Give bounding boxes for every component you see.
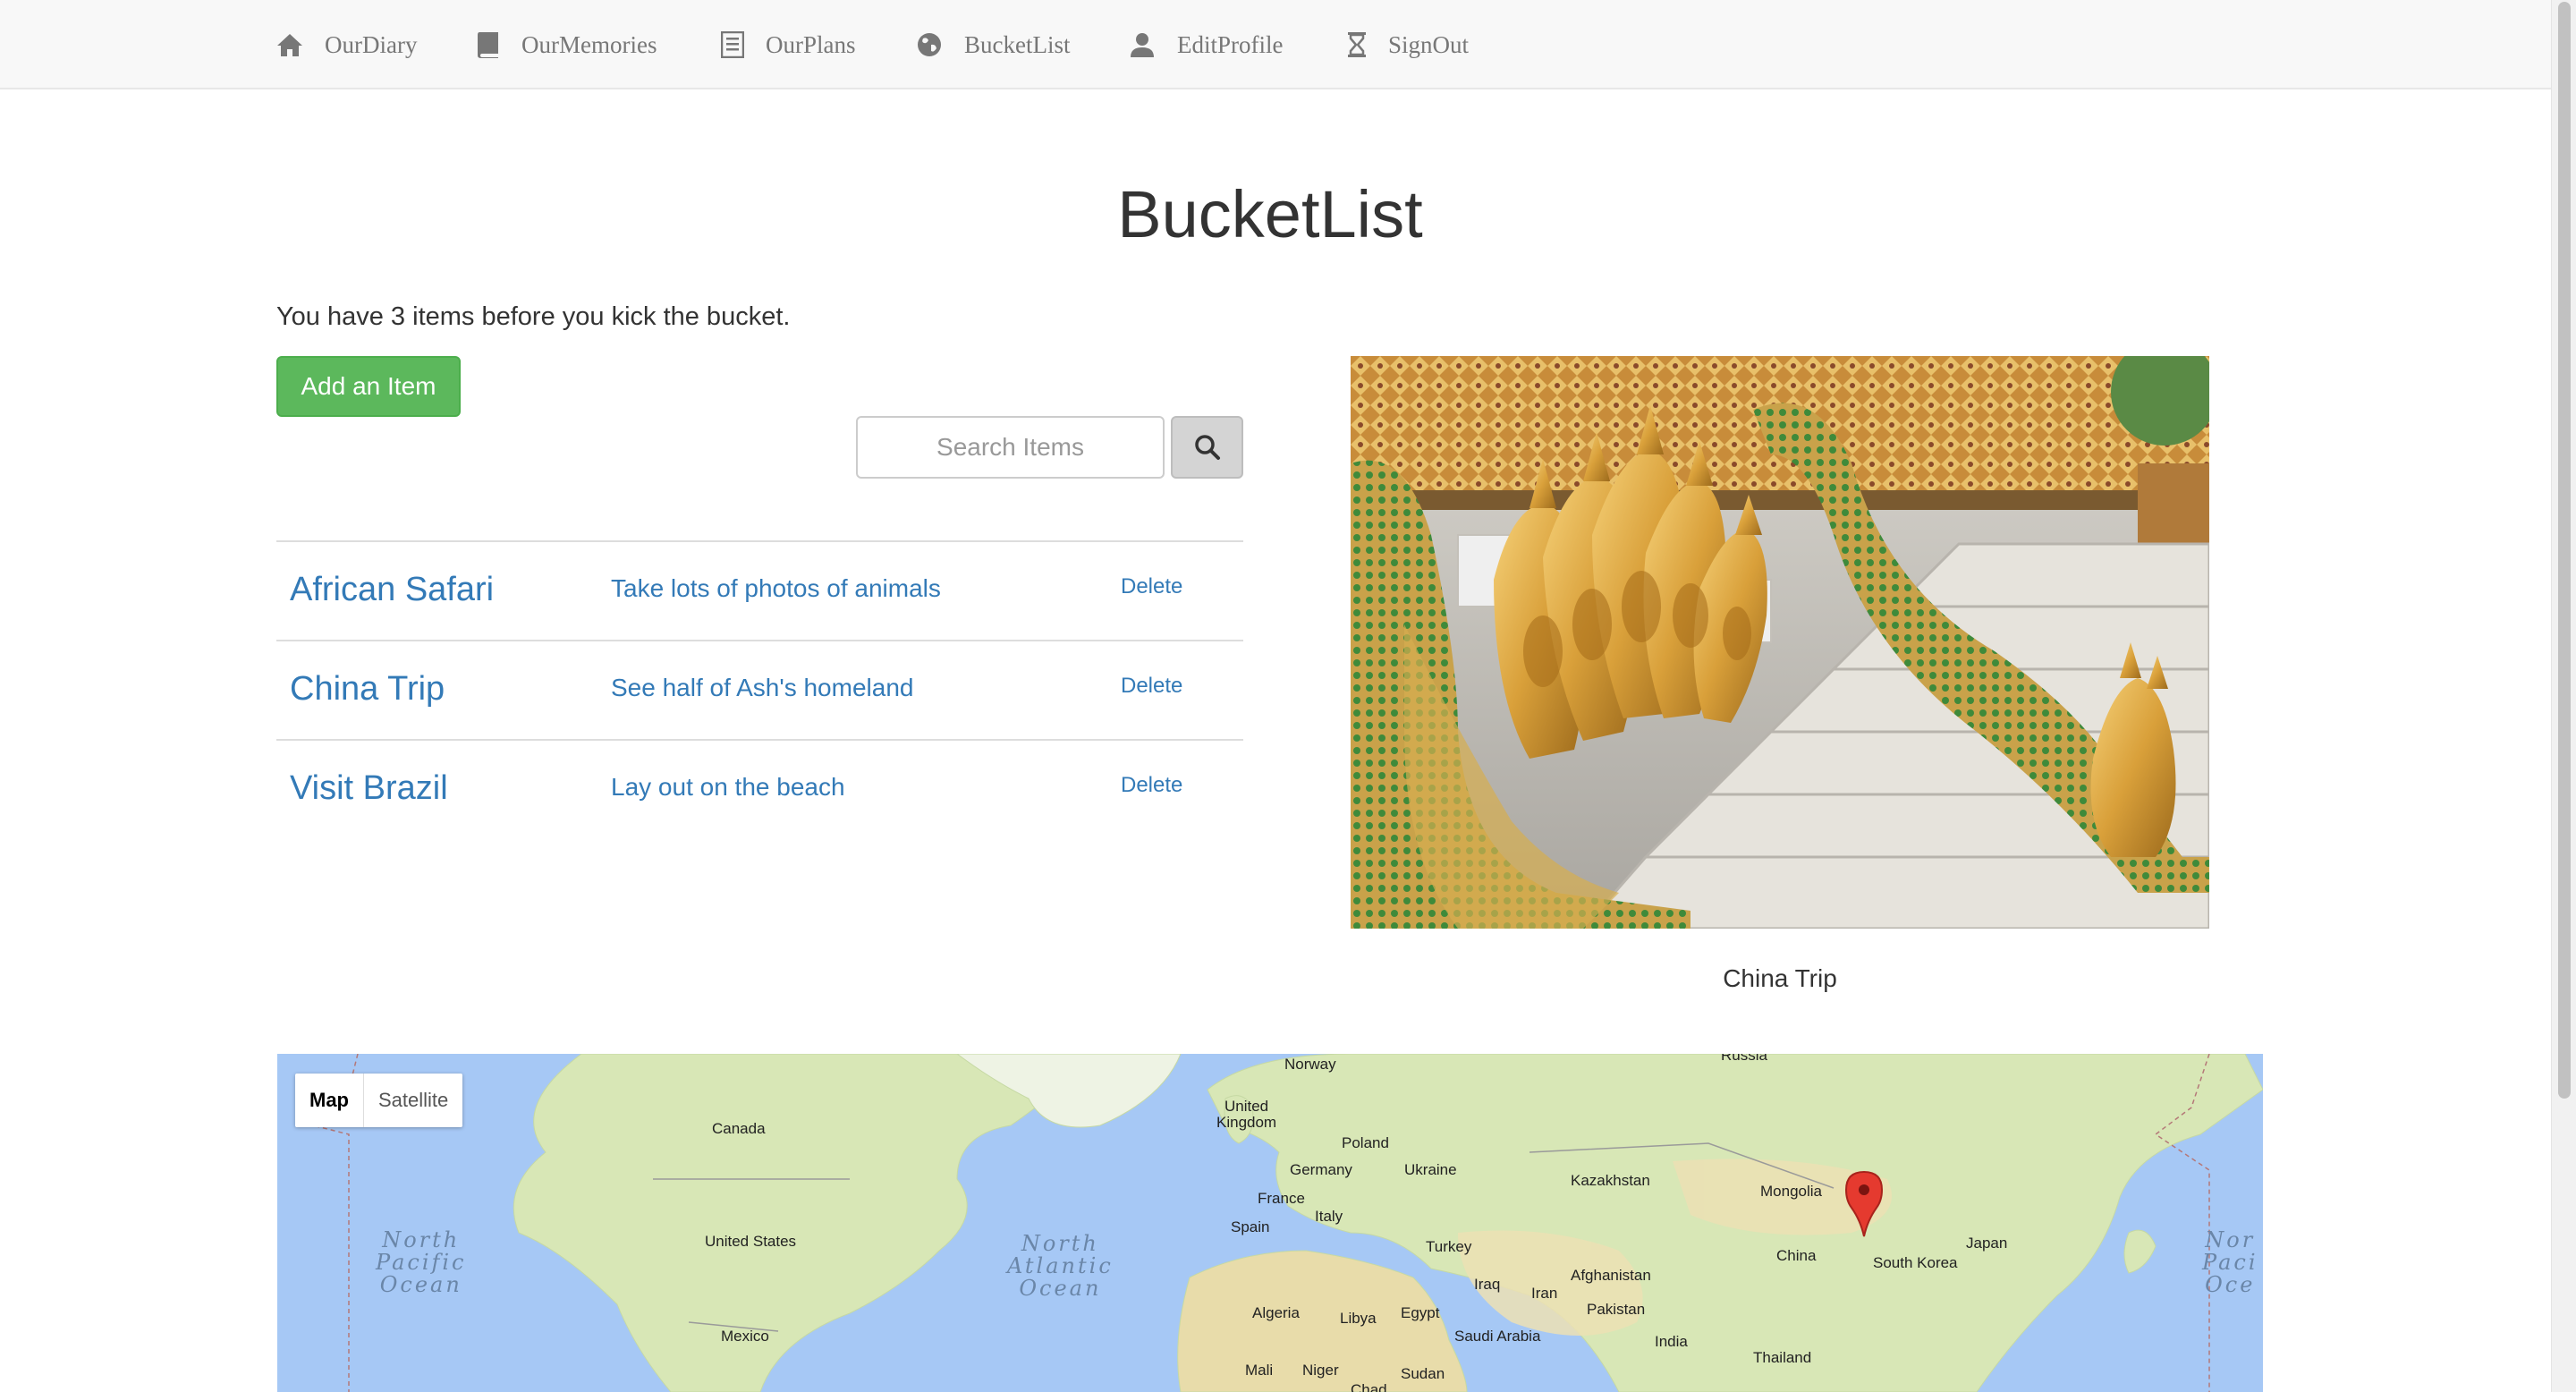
search-button[interactable] bbox=[1171, 416, 1243, 479]
map-label: Norway bbox=[1284, 1056, 1336, 1073]
map-label: China bbox=[1776, 1247, 1817, 1264]
map-label: Niger bbox=[1302, 1362, 1339, 1379]
ocean-label: North Atlantic Ocean bbox=[1007, 1231, 1114, 1301]
map-label: Ukraine bbox=[1404, 1161, 1457, 1178]
nav-item-ourmemories[interactable]: OurMemories bbox=[477, 0, 657, 89]
nav-item-signout[interactable]: SignOut bbox=[1347, 0, 1469, 89]
map-type-map-button[interactable]: Map bbox=[295, 1074, 363, 1127]
items-count-text: You have 3 items before you kick the buc… bbox=[276, 302, 791, 331]
map-label: Canada bbox=[712, 1120, 766, 1137]
nav-item-bucketlist[interactable]: BucketList bbox=[916, 0, 1070, 89]
item-description-link[interactable]: Take lots of photos of animals bbox=[611, 574, 941, 603]
item-description-link[interactable]: See half of Ash's homeland bbox=[611, 674, 913, 702]
ocean-label: Nor Paci Oce bbox=[2202, 1227, 2258, 1297]
map-label: United States bbox=[705, 1233, 797, 1250]
item-title-link[interactable]: China Trip bbox=[290, 670, 445, 709]
map-label: Turkey bbox=[1426, 1238, 1472, 1255]
globe-icon bbox=[918, 33, 941, 56]
map-label: Mexico bbox=[721, 1328, 769, 1345]
map-label: Egypt bbox=[1401, 1304, 1440, 1321]
map-type-satellite-button[interactable]: Satellite bbox=[363, 1074, 462, 1127]
delete-link[interactable]: Delete bbox=[1121, 574, 1182, 599]
search-icon bbox=[1194, 435, 1220, 460]
map-label: Iraq bbox=[1474, 1276, 1501, 1293]
table-row: African Safari Take lots of photos of an… bbox=[276, 540, 1243, 640]
map-label: France bbox=[1258, 1190, 1305, 1207]
nav-label: OurPlans bbox=[766, 30, 856, 58]
map-label: Russia bbox=[1721, 1054, 1767, 1064]
table-row: Visit Brazil Lay out on the beach Delete bbox=[276, 739, 1243, 838]
map-label: Poland bbox=[1342, 1134, 1389, 1151]
add-item-button[interactable]: Add an Item bbox=[276, 356, 461, 417]
nav-item-ourdiary[interactable]: OurDiary bbox=[276, 0, 417, 89]
page-title: BucketList bbox=[1117, 177, 1423, 251]
map-label: United Kingdom bbox=[1216, 1098, 1277, 1131]
photo-caption: China Trip bbox=[1723, 964, 1837, 992]
map-label: Sudan bbox=[1401, 1365, 1445, 1382]
nav-label: EditProfile bbox=[1177, 30, 1284, 58]
map-label: Thailand bbox=[1753, 1349, 1812, 1366]
bucketlist-photo bbox=[1351, 356, 2209, 929]
map-label: Libya bbox=[1340, 1310, 1377, 1327]
delete-link[interactable]: Delete bbox=[1121, 674, 1182, 699]
map-label: Algeria bbox=[1252, 1304, 1300, 1321]
home-icon bbox=[277, 34, 302, 56]
nav-label: OurMemories bbox=[521, 30, 657, 58]
list-icon bbox=[721, 31, 744, 58]
map-label: Germany bbox=[1290, 1161, 1352, 1178]
map-label: Japan bbox=[1966, 1235, 2008, 1252]
delete-link[interactable]: Delete bbox=[1121, 773, 1182, 798]
ocean-label: North Pacific Ocean bbox=[376, 1227, 467, 1297]
map-type-toggle: Map Satellite bbox=[295, 1074, 463, 1127]
map-label: Pakistan bbox=[1587, 1301, 1646, 1318]
nav-label: OurDiary bbox=[325, 30, 418, 58]
map-label: Spain bbox=[1231, 1218, 1270, 1235]
hourglass-icon bbox=[1348, 32, 1366, 57]
temple-naga-image bbox=[1351, 356, 2209, 929]
map-label: Mongolia bbox=[1760, 1183, 1822, 1200]
map-label: Chad bbox=[1351, 1381, 1387, 1392]
map-pin-icon[interactable] bbox=[1844, 1170, 1884, 1238]
item-title-link[interactable]: African Safari bbox=[290, 571, 494, 609]
map-label: Iran bbox=[1531, 1285, 1558, 1302]
map-label: Italy bbox=[1315, 1208, 1343, 1225]
book-icon bbox=[478, 32, 498, 58]
search-input[interactable] bbox=[856, 416, 1165, 479]
item-description-link[interactable]: Lay out on the beach bbox=[611, 773, 845, 802]
map-label: Afghanistan bbox=[1571, 1267, 1651, 1284]
page-scrollbar[interactable] bbox=[2551, 0, 2576, 1392]
scrollbar-thumb[interactable] bbox=[2558, 2, 2571, 1099]
map-label: South Korea bbox=[1873, 1254, 1958, 1271]
table-row: China Trip See half of Ash's homeland De… bbox=[276, 640, 1243, 739]
nav-item-editprofile[interactable]: EditProfile bbox=[1129, 0, 1283, 89]
nav-label: BucketList bbox=[964, 30, 1071, 58]
map-label: Mali bbox=[1245, 1362, 1274, 1379]
navbar: OurDiary OurMemories OurPlans BucketList… bbox=[0, 0, 2551, 89]
map-label: Saudi Arabia bbox=[1454, 1328, 1541, 1345]
nav-label: SignOut bbox=[1388, 30, 1470, 58]
item-title-link[interactable]: Visit Brazil bbox=[290, 769, 448, 808]
nav-item-ourplans[interactable]: OurPlans bbox=[721, 0, 856, 89]
map-label: Kazakhstan bbox=[1571, 1172, 1650, 1189]
bucketlist-table: African Safari Take lots of photos of an… bbox=[276, 540, 1243, 838]
world-map[interactable]: North Pacific Ocean North Atlantic Ocean… bbox=[277, 1054, 2263, 1392]
user-icon bbox=[1131, 33, 1154, 57]
map-label: India bbox=[1655, 1333, 1688, 1350]
